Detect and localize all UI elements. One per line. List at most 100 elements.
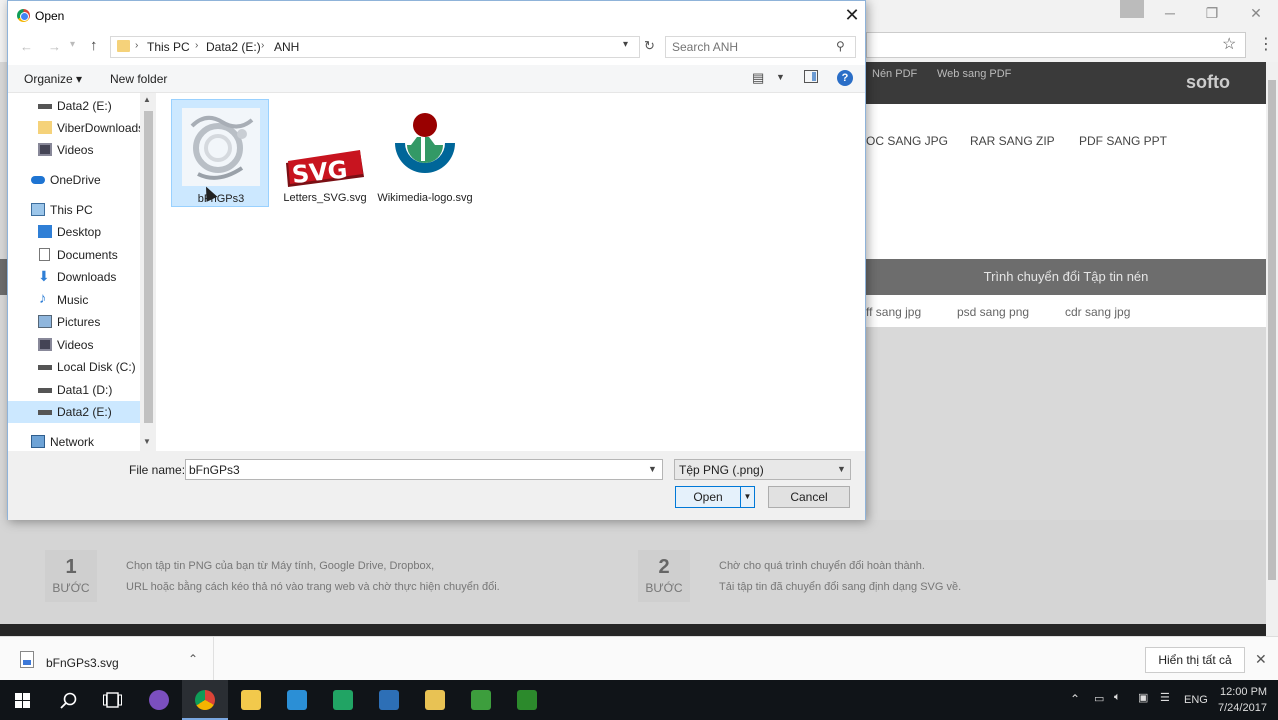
chevron-right-icon[interactable]: › (195, 40, 198, 51)
chevron-right-icon[interactable]: › (135, 40, 138, 51)
sub-link[interactable]: psd sang png (957, 305, 1029, 319)
nav-item-desktop[interactable]: Desktop (8, 221, 146, 243)
chevron-right-icon[interactable]: › (261, 40, 264, 51)
bookmark-star-icon[interactable]: ☆ (1222, 34, 1236, 54)
show-all-button[interactable]: Hiển thị tất cả (1145, 647, 1245, 673)
nav-item-data2-selected[interactable]: Data2 (E:) (8, 401, 146, 423)
nav-item-local-disk-c[interactable]: Local Disk (C:) (8, 356, 146, 378)
search-input[interactable] (672, 39, 832, 55)
cancel-button[interactable]: Cancel (768, 486, 850, 508)
file-name-combo[interactable]: ▼ (185, 459, 663, 480)
nav-item-music[interactable]: ♪ Music (8, 289, 146, 311)
file-type-select[interactable]: Tệp PNG (.png) ▼ (674, 459, 851, 480)
task-view-button[interactable] (90, 680, 136, 720)
scroll-up-icon[interactable]: ▲ (143, 95, 151, 104)
taskbar-camtasia[interactable] (504, 680, 550, 720)
sub-link[interactable]: ff sang jpg (866, 305, 921, 319)
nav-item-data1[interactable]: Data1 (D:) (8, 379, 146, 401)
preview-pane-icon[interactable] (804, 70, 818, 83)
file-list: bFnGPs3 SVG Letters_SVG.svg Wikimedia-lo… (158, 93, 865, 451)
close-icon[interactable]: ✕ (842, 5, 862, 25)
taskbar-viber[interactable] (136, 680, 182, 720)
profile-icon[interactable] (1120, 0, 1144, 18)
chevron-down-icon[interactable]: ▼ (740, 487, 754, 507)
help-icon[interactable]: ? (837, 70, 853, 86)
open-button-label[interactable]: Open (676, 487, 740, 507)
nav-item-videos[interactable]: Videos (8, 139, 146, 161)
breadcrumb-this-pc[interactable]: This PC (147, 40, 190, 54)
chevron-down-icon[interactable]: ▾ (623, 39, 628, 50)
forward-arrow-icon[interactable]: → (48, 39, 61, 54)
nav-link[interactable]: Nén PDF (872, 68, 917, 80)
address-bar[interactable]: › This PC › Data2 (E:) › ANH ▾ (110, 36, 640, 58)
network-icon[interactable]: ▣ (1138, 691, 1148, 704)
clock-time[interactable]: 12:00 PM (1220, 686, 1267, 698)
chevron-down-icon[interactable]: ▼ (776, 72, 785, 82)
open-button[interactable]: Open ▼ (675, 486, 755, 508)
file-item[interactable]: Wikimedia-logo.svg (376, 99, 474, 207)
taskbar-word[interactable] (274, 680, 320, 720)
file-name-input[interactable] (189, 462, 629, 477)
file-type-value: Tệp PNG (.png) (679, 463, 764, 477)
taskbar-camtasia[interactable] (458, 680, 504, 720)
close-icon[interactable]: ✕ (1255, 651, 1267, 668)
navigation-pane: Data2 (E:) ViberDownloads Videos OneDriv… (8, 93, 156, 451)
breadcrumb-drive[interactable]: Data2 (E:) (206, 40, 261, 54)
new-folder-button[interactable]: New folder (110, 72, 167, 86)
search-icon[interactable]: ⚲ (836, 39, 845, 53)
restore-icon[interactable]: ❐ (1192, 2, 1232, 24)
search-button[interactable] (46, 680, 92, 720)
site-nav: Nén PDF Web sang PDF softo (866, 62, 1266, 104)
documents-icon (39, 248, 50, 261)
nav-item-viberdownloads[interactable]: ViberDownloads (8, 117, 146, 139)
minimize-icon[interactable]: ─ (1150, 2, 1190, 24)
close-window-icon[interactable]: ✕ (1236, 2, 1276, 24)
taskbar-app[interactable] (366, 680, 412, 720)
up-arrow-icon[interactable]: ↑ (90, 37, 98, 54)
scroll-down-icon[interactable]: ▼ (143, 437, 151, 446)
site-logo[interactable]: softo (1186, 72, 1230, 93)
file-item[interactable]: SVG Letters_SVG.svg (276, 99, 374, 207)
nav-item-network[interactable]: Network (8, 431, 146, 453)
volume-icon[interactable]: 🔈︎ (1114, 691, 1121, 704)
nav-item-documents[interactable]: Documents (8, 244, 146, 266)
sub-link[interactable]: cdr sang jpg (1065, 305, 1130, 319)
recent-locations-icon[interactable]: ▾ (70, 39, 75, 50)
nav-item-pictures[interactable]: Pictures (8, 311, 146, 333)
nav-item-this-pc[interactable]: This PC (8, 199, 146, 221)
page-scrollbar-thumb[interactable] (1268, 80, 1276, 580)
taskbar-sheets[interactable] (320, 680, 366, 720)
file-item[interactable]: bFnGPs3 (171, 99, 269, 207)
chevron-up-icon[interactable]: ⌃ (1070, 692, 1080, 706)
organize-button[interactable]: Organize ▾ (24, 72, 82, 86)
nav-item-downloads[interactable]: ⬇ Downloads (8, 266, 146, 288)
battery-icon[interactable]: ▭ (1094, 692, 1104, 705)
view-options-icon[interactable]: ▤ (752, 70, 764, 86)
refresh-icon[interactable]: ↻ (644, 38, 655, 54)
browser-menu-icon[interactable]: ⋮ (1258, 34, 1274, 53)
conversion-link[interactable]: OC SANG JPG (866, 134, 948, 148)
nav-item-data2[interactable]: Data2 (E:) (8, 95, 146, 117)
start-button[interactable] (0, 680, 46, 720)
nav-item-videos[interactable]: Videos (8, 334, 146, 356)
conversion-link[interactable]: RAR SANG ZIP (970, 134, 1055, 148)
taskbar-explorer[interactable] (412, 680, 458, 720)
back-arrow-icon[interactable]: ← (20, 39, 33, 54)
nav-item-label: OneDrive (50, 173, 101, 187)
chevron-down-icon[interactable]: ▼ (837, 464, 846, 474)
nav-item-onedrive[interactable]: OneDrive (8, 169, 146, 191)
chevron-down-icon[interactable]: ▼ (648, 464, 657, 474)
download-item[interactable]: bFnGPs3.svg ⌃ (0, 637, 214, 681)
nav-link[interactable]: Web sang PDF (937, 68, 1011, 80)
language-indicator[interactable]: ENG (1184, 694, 1208, 706)
nav-scrollbar-thumb[interactable] (144, 111, 153, 423)
taskbar-chrome[interactable] (182, 680, 228, 720)
conversion-link[interactable]: PDF SANG PPT (1079, 134, 1167, 148)
chevron-up-icon[interactable]: ⌃ (188, 652, 198, 666)
notification-icon[interactable]: ☰ (1160, 691, 1170, 704)
taskbar-app[interactable] (228, 680, 274, 720)
breadcrumb-folder[interactable]: ANH (274, 40, 299, 54)
search-box[interactable]: ⚲ (665, 36, 856, 58)
clock-date[interactable]: 7/24/2017 (1218, 702, 1267, 714)
browser-address-bar[interactable] (866, 32, 1246, 58)
